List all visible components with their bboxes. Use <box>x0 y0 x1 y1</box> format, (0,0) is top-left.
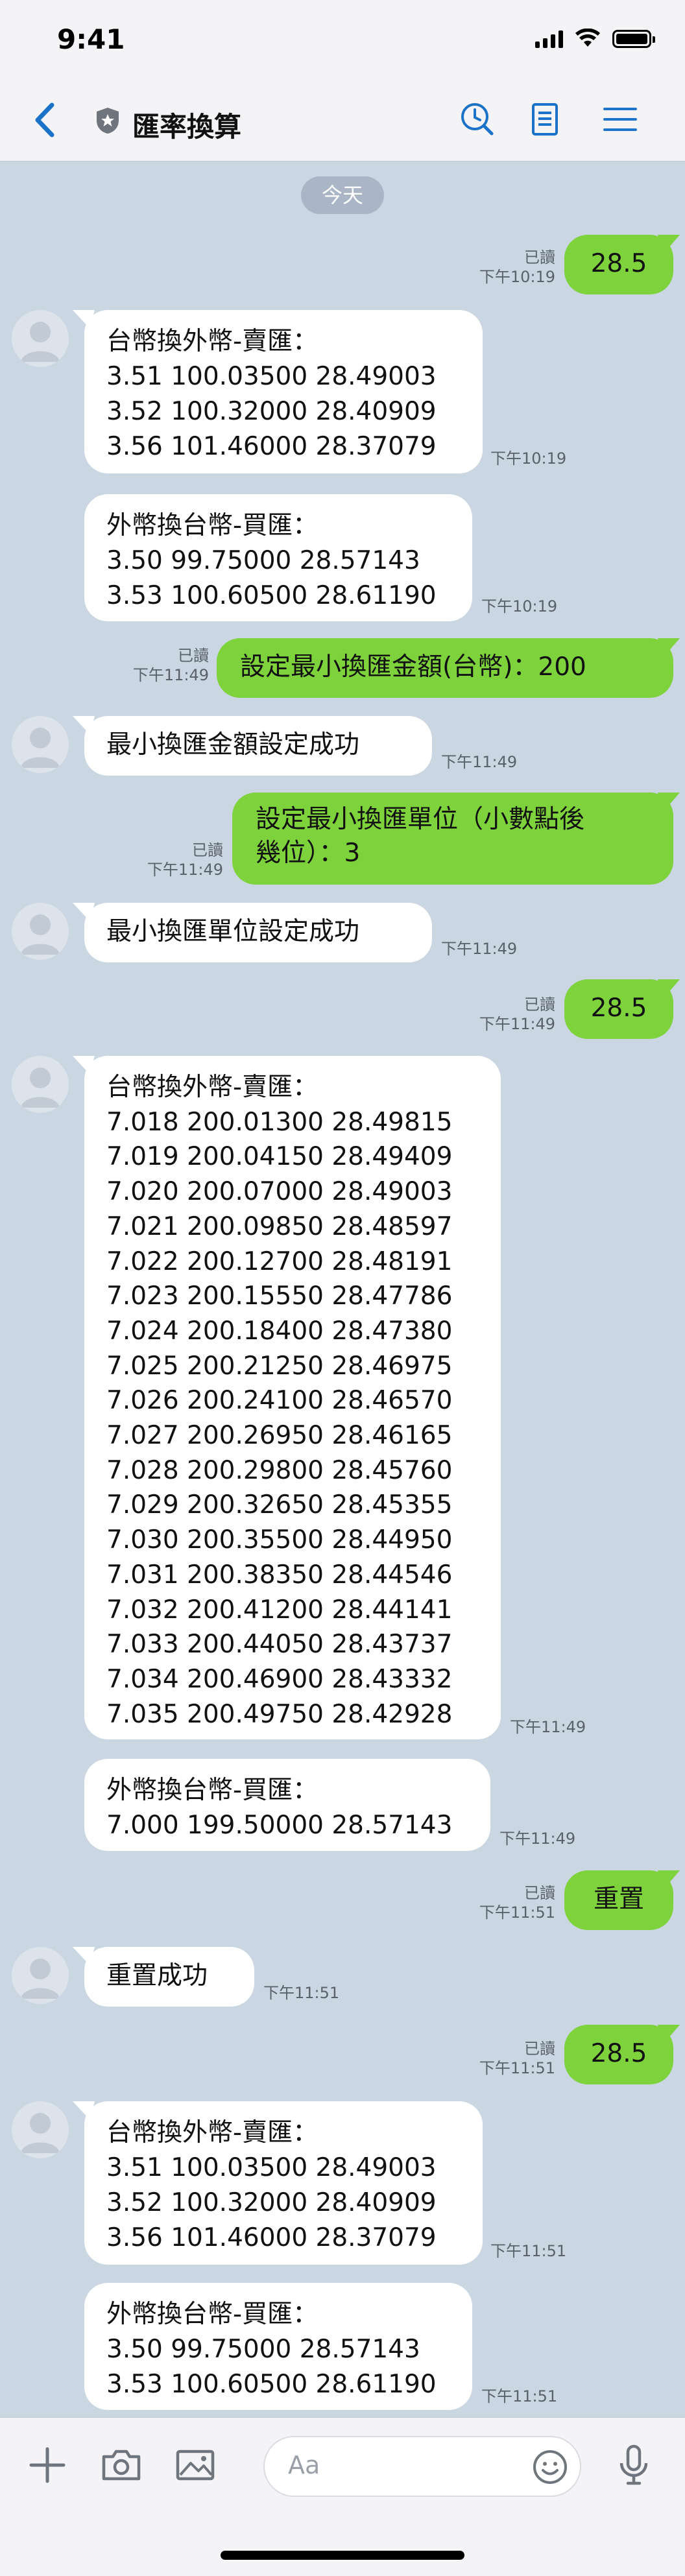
message-time: 下午11:51 <box>481 2387 558 2405</box>
read-receipt: 已讀 <box>524 248 555 267</box>
incoming-message-bubble[interactable]: 外幣換台幣-買匯： 7.000 199.50000 28.57143 <box>84 1759 490 1851</box>
message-meta: 已讀 下午11:49 <box>147 841 223 879</box>
message-meta: 已讀 下午10:19 <box>479 248 555 287</box>
message-time: 下午11:49 <box>147 861 223 879</box>
incoming-message-bubble[interactable]: 最小換匯金額設定成功 <box>84 716 432 776</box>
message-time: 下午11:49 <box>132 666 209 684</box>
message-text-field[interactable] <box>287 2450 510 2480</box>
incoming-message-bubble[interactable]: 台幣換外幣-賣匯： 3.51 100.03500 28.49003 3.52 1… <box>84 310 483 473</box>
bubble-tail <box>658 2025 680 2043</box>
message-time: 下午11:51 <box>479 1903 555 1922</box>
battery-icon <box>612 30 655 48</box>
image-icon[interactable] <box>173 2442 218 2488</box>
message-time: 下午11:49 <box>441 940 518 958</box>
message-meta: 已讀 下午11:51 <box>479 1883 555 1922</box>
status-icons <box>535 29 655 48</box>
outgoing-message-bubble[interactable]: 重置 <box>564 1870 673 1930</box>
avatar[interactable] <box>12 2101 69 2158</box>
incoming-message-bubble[interactable]: 最小換匯單位設定成功 <box>84 903 432 962</box>
message-time: 下午11:49 <box>510 1718 586 1736</box>
user-silhouette-icon <box>21 1067 60 1108</box>
status-time: 9:41 <box>57 23 125 55</box>
bubble-tail <box>658 793 680 811</box>
incoming-message-bubble[interactable]: 台幣換外幣-賣匯： 3.51 100.03500 28.49003 3.52 1… <box>84 2101 483 2265</box>
signal-icon <box>535 30 563 48</box>
chat-header: 匯率換算 <box>0 78 685 161</box>
user-silhouette-icon <box>21 322 60 362</box>
avatar[interactable] <box>12 903 69 960</box>
bubble-tail <box>658 979 680 997</box>
read-receipt: 已讀 <box>524 996 555 1014</box>
message-meta: 已讀 下午11:49 <box>479 995 555 1034</box>
message-time: 下午11:49 <box>499 1830 576 1848</box>
notes-icon[interactable] <box>524 99 566 140</box>
bubble-tail <box>658 638 680 656</box>
user-silhouette-icon <box>21 1959 60 1999</box>
message-time: 下午11:51 <box>263 1984 340 2002</box>
incoming-message-bubble[interactable]: 外幣換台幣-買匯： 3.50 99.75000 28.57143 3.53 10… <box>84 494 472 621</box>
user-silhouette-icon <box>21 728 60 768</box>
outgoing-message-bubble[interactable]: 28.5 <box>564 2025 673 2084</box>
chevron-left-icon[interactable] <box>26 97 65 143</box>
chat-title: 匯率換算 <box>132 111 242 143</box>
message-time: 下午11:51 <box>479 2059 555 2077</box>
bubble-tail <box>658 235 680 253</box>
read-receipt: 已讀 <box>524 2040 555 2058</box>
menu-icon[interactable] <box>599 99 641 140</box>
avatar[interactable] <box>12 1947 69 2004</box>
outgoing-message-bubble[interactable]: 設定最小換匯金額(台幣)：200 <box>217 638 673 698</box>
message-time: 下午11:49 <box>479 1015 555 1033</box>
plus-icon[interactable] <box>25 2442 70 2488</box>
shield-icon <box>97 108 119 134</box>
user-silhouette-icon <box>21 2113 60 2153</box>
home-indicator <box>221 2551 464 2560</box>
wifi-icon <box>575 29 600 47</box>
avatar[interactable] <box>12 1056 69 1113</box>
user-silhouette-icon <box>21 914 60 955</box>
message-input[interactable] <box>263 2436 581 2497</box>
message-meta: 已讀 下午11:49 <box>133 646 209 685</box>
incoming-message-bubble[interactable]: 台幣換外幣-賣匯： 7.018 200.01300 28.49815 7.019… <box>84 1056 501 1739</box>
message-time: 下午11:51 <box>490 2242 567 2260</box>
clock-icon[interactable] <box>457 99 498 140</box>
emoji-icon[interactable] <box>529 2446 571 2488</box>
message-time: 下午10:19 <box>481 597 558 615</box>
camera-icon[interactable] <box>99 2442 144 2488</box>
avatar[interactable] <box>12 310 69 367</box>
message-time: 下午10:19 <box>490 449 567 468</box>
message-meta: 已讀 下午11:51 <box>479 2039 555 2078</box>
outgoing-message-bubble[interactable]: 設定最小換匯單位（小數點後 幾位）：3 <box>232 793 673 885</box>
outgoing-message-bubble[interactable]: 28.5 <box>564 979 673 1039</box>
read-receipt: 已讀 <box>524 1884 555 1902</box>
read-receipt: 已讀 <box>192 841 223 859</box>
incoming-message-bubble[interactable]: 重置成功 <box>84 1947 254 2007</box>
read-receipt: 已讀 <box>178 647 209 665</box>
outgoing-message-bubble[interactable]: 28.5 <box>564 235 673 294</box>
date-divider: 今天 <box>301 176 384 214</box>
bubble-tail <box>658 1870 680 1889</box>
incoming-message-bubble[interactable]: 外幣換台幣-買匯： 3.50 99.75000 28.57143 3.53 10… <box>84 2283 472 2410</box>
avatar[interactable] <box>12 716 69 773</box>
microphone-icon[interactable] <box>611 2442 656 2488</box>
status-bar: 9:41 <box>0 0 685 78</box>
message-time: 下午11:49 <box>441 753 518 771</box>
message-time: 下午10:19 <box>479 268 555 286</box>
